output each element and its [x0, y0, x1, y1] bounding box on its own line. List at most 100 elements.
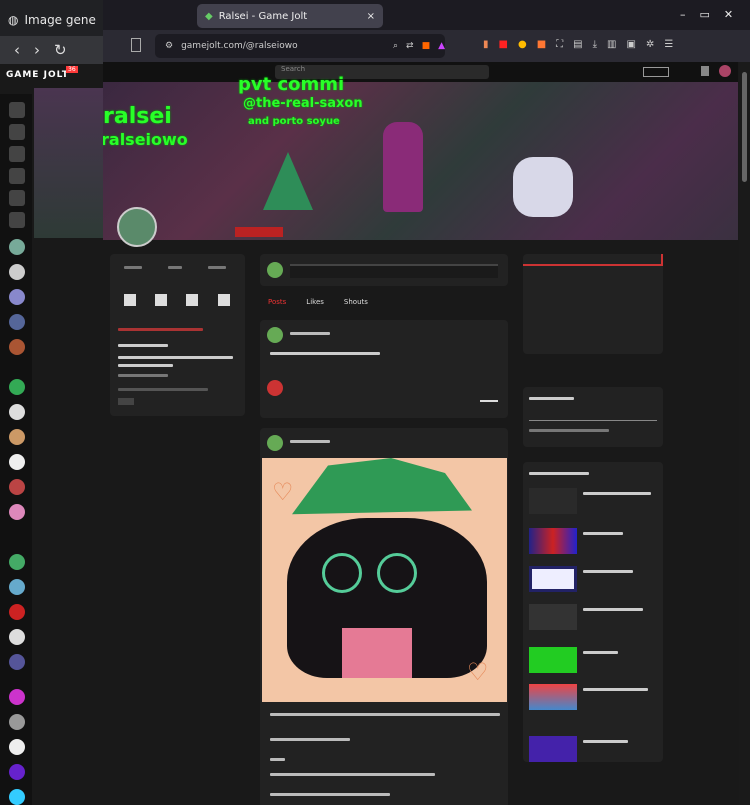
more-button[interactable] — [118, 398, 134, 405]
stat-icon[interactable] — [186, 294, 198, 306]
grid-icon[interactable] — [9, 212, 25, 228]
community-avatar[interactable] — [9, 454, 25, 470]
extension-icon[interactable]: ● — [518, 39, 527, 50]
window-controls[interactable]: –▭✕ — [680, 8, 747, 21]
user-avatar[interactable] — [267, 327, 283, 343]
banner-name: ralsei — [103, 104, 172, 129]
game-thumb[interactable] — [529, 528, 577, 554]
game-thumb[interactable] — [529, 488, 577, 514]
post-image[interactable]: ♡ ♡ — [262, 458, 507, 702]
settings-icon[interactable]: ✲ — [646, 39, 654, 50]
tune-icon: ⚙ — [165, 41, 174, 51]
address-bar[interactable]: ⚙ gamejolt.com/@ralseiowo ⌕ ⇄ ■ ▲ — [155, 34, 445, 58]
post-composer[interactable] — [260, 254, 508, 286]
scrollbar-thumb[interactable] — [742, 72, 747, 182]
game-thumb[interactable] — [529, 736, 577, 762]
heart-icon: ♡ — [467, 658, 489, 686]
profile-sidebar — [110, 254, 245, 416]
composer-input[interactable] — [290, 264, 498, 278]
profile-avatar[interactable] — [117, 207, 157, 247]
stat-icon[interactable] — [124, 294, 136, 306]
tab-likes[interactable]: Likes — [306, 298, 324, 306]
lock-icon[interactable] — [9, 146, 25, 162]
rewards-icon[interactable]: ▲ — [438, 41, 445, 51]
tab-posts[interactable]: Posts — [268, 298, 286, 306]
user-avatar — [267, 262, 283, 278]
community-avatar[interactable] — [9, 339, 25, 355]
page-scrollbar[interactable] — [739, 62, 750, 805]
reload-icon[interactable]: ↻ — [54, 41, 67, 59]
feed-tabs: Posts Likes Shouts — [268, 294, 448, 310]
community-avatar[interactable] — [9, 629, 25, 645]
notification-icon[interactable] — [701, 66, 709, 76]
trending-panel — [523, 462, 663, 762]
follow-button[interactable] — [235, 227, 283, 237]
brave-shield-icon[interactable]: ■ — [422, 41, 431, 51]
chat-icon[interactable] — [9, 190, 25, 206]
feed-post-image[interactable]: ♡ ♡ — [260, 428, 508, 805]
community-avatar[interactable] — [9, 239, 25, 255]
library-icon[interactable]: ▥ — [607, 39, 616, 50]
community-avatar[interactable] — [9, 504, 25, 520]
community-avatar[interactable] — [9, 764, 25, 780]
community-avatar[interactable] — [9, 314, 25, 330]
share-icon[interactable]: ⇄ — [406, 41, 414, 51]
character-art — [263, 152, 313, 210]
extension-icon[interactable]: ⛶ — [556, 39, 563, 50]
community-avatar[interactable] — [9, 714, 25, 730]
community-avatar[interactable] — [9, 604, 25, 620]
library-icon[interactable] — [9, 124, 25, 140]
user-avatar[interactable] — [719, 65, 731, 77]
community-avatar[interactable] — [9, 739, 25, 755]
favicon-icon: ◆ — [205, 10, 213, 22]
extension-icon[interactable]: ■ — [499, 39, 508, 50]
game-thumb[interactable] — [529, 566, 577, 592]
profile-banner: pvt commi @the-real-saxon and porto soyu… — [103, 74, 738, 247]
community-sidebar — [0, 94, 32, 805]
community-avatar[interactable] — [9, 789, 25, 805]
title-bar: ◆ Ralsei - Game Jolt × –▭✕ — [103, 0, 750, 30]
banner-text: pvt commi — [238, 74, 345, 95]
extension-icon[interactable]: ▮ — [483, 39, 489, 50]
community-avatar[interactable] — [9, 479, 25, 495]
tab-shouts[interactable]: Shouts — [344, 298, 368, 306]
game-thumb[interactable] — [529, 684, 577, 710]
game-thumb[interactable] — [529, 647, 577, 673]
community-avatar[interactable] — [9, 289, 25, 305]
active-tab[interactable]: ◆ Ralsei - Game Jolt × — [197, 4, 383, 28]
reaction-icon[interactable] — [267, 380, 283, 396]
community-avatar[interactable] — [9, 264, 25, 280]
community-avatar[interactable] — [9, 404, 25, 420]
sidebar-icon[interactable] — [131, 38, 141, 52]
community-avatar[interactable] — [9, 689, 25, 705]
community-avatar[interactable] — [9, 554, 25, 570]
gamejolt-logo[interactable]: GAME JOLT — [6, 70, 69, 80]
menu-icon[interactable]: ☰ — [664, 39, 673, 50]
game-thumb[interactable] — [529, 604, 577, 630]
cart-icon[interactable] — [9, 168, 25, 184]
stat-icon[interactable] — [155, 294, 167, 306]
community-avatar[interactable] — [9, 429, 25, 445]
user-avatar[interactable] — [267, 435, 283, 451]
download-icon[interactable]: ⤓ — [593, 39, 597, 50]
feed-post[interactable] — [260, 320, 508, 418]
community-avatar[interactable] — [9, 654, 25, 670]
community-tabs[interactable] — [529, 409, 657, 421]
forward-icon[interactable]: › — [34, 41, 40, 59]
banner-handle: @ralseiowo — [103, 130, 188, 149]
gamejolt-app: GAME JOLT 36 — [0, 64, 105, 805]
zoom-icon[interactable]: ⌕ — [393, 41, 398, 51]
new-post-button[interactable] — [643, 67, 669, 77]
extension-icon[interactable]: ▤ — [573, 39, 582, 50]
close-tab-icon[interactable]: × — [367, 11, 375, 22]
home-icon[interactable] — [9, 102, 25, 118]
extension-icon[interactable]: ■ — [537, 39, 546, 50]
community-avatar[interactable] — [9, 379, 25, 395]
ad-panel — [523, 254, 663, 354]
stat-icon[interactable] — [218, 294, 230, 306]
character-art — [383, 122, 423, 212]
like-button[interactable] — [480, 400, 498, 402]
community-avatar[interactable] — [9, 579, 25, 595]
back-icon[interactable]: ‹ — [14, 41, 20, 59]
screenshot-icon[interactable]: ▣ — [626, 39, 635, 50]
